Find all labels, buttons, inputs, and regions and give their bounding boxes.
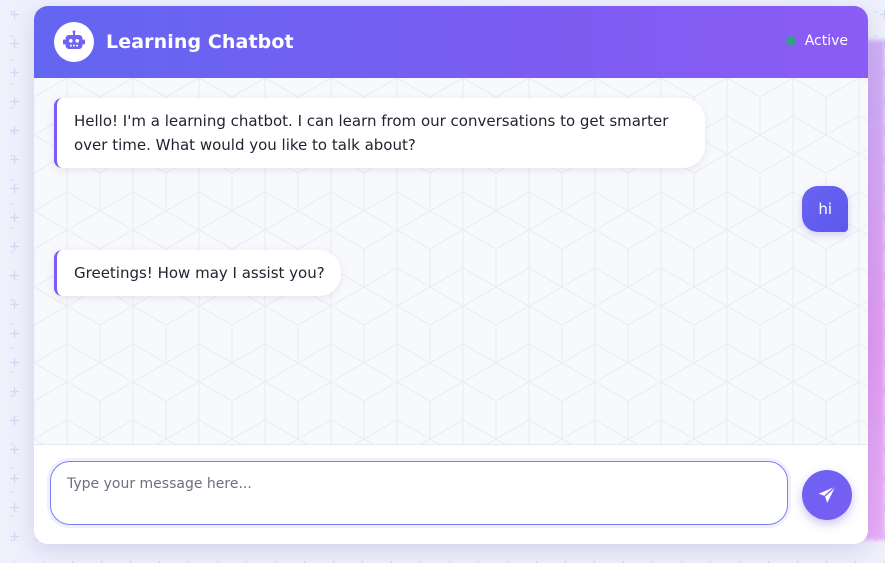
message-list[interactable]: Hello! I'm a learning chatbot. I can lea… — [34, 78, 868, 444]
bot-message: Greetings! How may I assist you? — [54, 250, 341, 296]
paper-plane-icon — [818, 486, 836, 503]
bot-avatar — [54, 22, 94, 62]
chat-window: Learning Chatbot Active Hello! I'm a lea… — [34, 6, 868, 544]
chat-header: Learning Chatbot Active — [34, 6, 868, 78]
status-label: Active — [804, 33, 848, 49]
message-composer — [34, 444, 868, 544]
chat-title: Learning Chatbot — [106, 31, 294, 53]
message-input[interactable] — [50, 461, 788, 525]
status-indicator: Active — [785, 33, 848, 49]
user-message: hi — [802, 186, 848, 232]
status-dot-icon — [785, 36, 796, 46]
bot-message: Hello! I'm a learning chatbot. I can lea… — [54, 98, 705, 168]
robot-icon — [63, 30, 85, 49]
send-button[interactable] — [802, 470, 852, 520]
